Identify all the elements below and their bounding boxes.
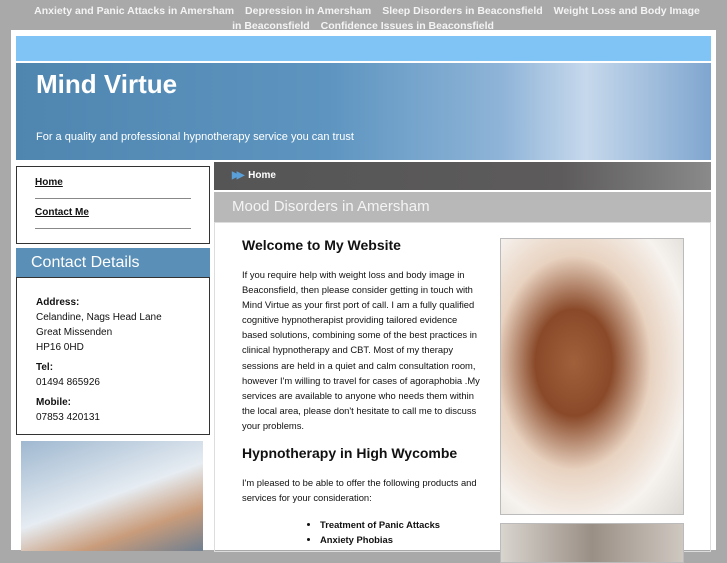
breadcrumb: ▶▶ Home xyxy=(214,162,711,190)
breadcrumb-home[interactable]: Home xyxy=(248,170,276,181)
topnav-link[interactable]: Anxiety and Panic Attacks in Amersham xyxy=(34,5,234,17)
mobile-label: Mobile: xyxy=(36,397,71,408)
hand-image xyxy=(21,441,203,551)
section-heading: Hypnotherapy in High Wycombe xyxy=(242,445,458,462)
services-intro: I'm pleased to be able to offer the foll… xyxy=(242,477,477,504)
page-title: Mood Disorders in Amersham xyxy=(214,192,711,222)
tel-number: 01494 865926 xyxy=(36,377,100,388)
main-content: Welcome to My Website If you require hel… xyxy=(214,222,711,563)
menu-item-home[interactable]: Home xyxy=(35,173,191,199)
side-menu: Home Contact Me xyxy=(16,166,210,244)
menu-item-contact[interactable]: Contact Me xyxy=(35,203,191,229)
mobile-number: 07853 420131 xyxy=(36,412,100,423)
contact-details: Address: Celandine, Nags Head Lane Great… xyxy=(16,277,210,435)
site-title: Mind Virtue xyxy=(36,69,178,99)
intro-paragraph: If you require help with weight loss and… xyxy=(242,269,480,431)
contact-details-heading: Contact Details xyxy=(16,248,210,277)
stressed-woman-image xyxy=(500,238,684,515)
services-list: Treatment of Panic Attacks Anxiety Phobi… xyxy=(320,517,484,547)
page-container: Mind Virtue For a quality and profession… xyxy=(11,30,716,563)
topnav-link[interactable]: Depression in Amersham xyxy=(245,5,371,17)
tel-label: Tel: xyxy=(36,362,54,373)
address-line: Celandine, Nags Head Lane xyxy=(36,312,162,323)
address-line: Great Missenden xyxy=(36,327,113,338)
welcome-heading: Welcome to My Website xyxy=(242,237,401,253)
top-banner-bar xyxy=(16,36,711,61)
address-line: HP16 0HD xyxy=(36,342,84,353)
site-tagline: For a quality and professional hypnother… xyxy=(36,131,354,143)
double-arrow-icon: ▶▶ xyxy=(232,170,245,181)
topnav-link[interactable]: Sleep Disorders in Beaconsfield xyxy=(382,5,542,17)
list-item: Treatment of Panic Attacks xyxy=(320,517,484,532)
site-header: Mind Virtue For a quality and profession… xyxy=(16,63,711,160)
address-label: Address: xyxy=(36,297,80,308)
therapy-session-image xyxy=(500,523,684,563)
